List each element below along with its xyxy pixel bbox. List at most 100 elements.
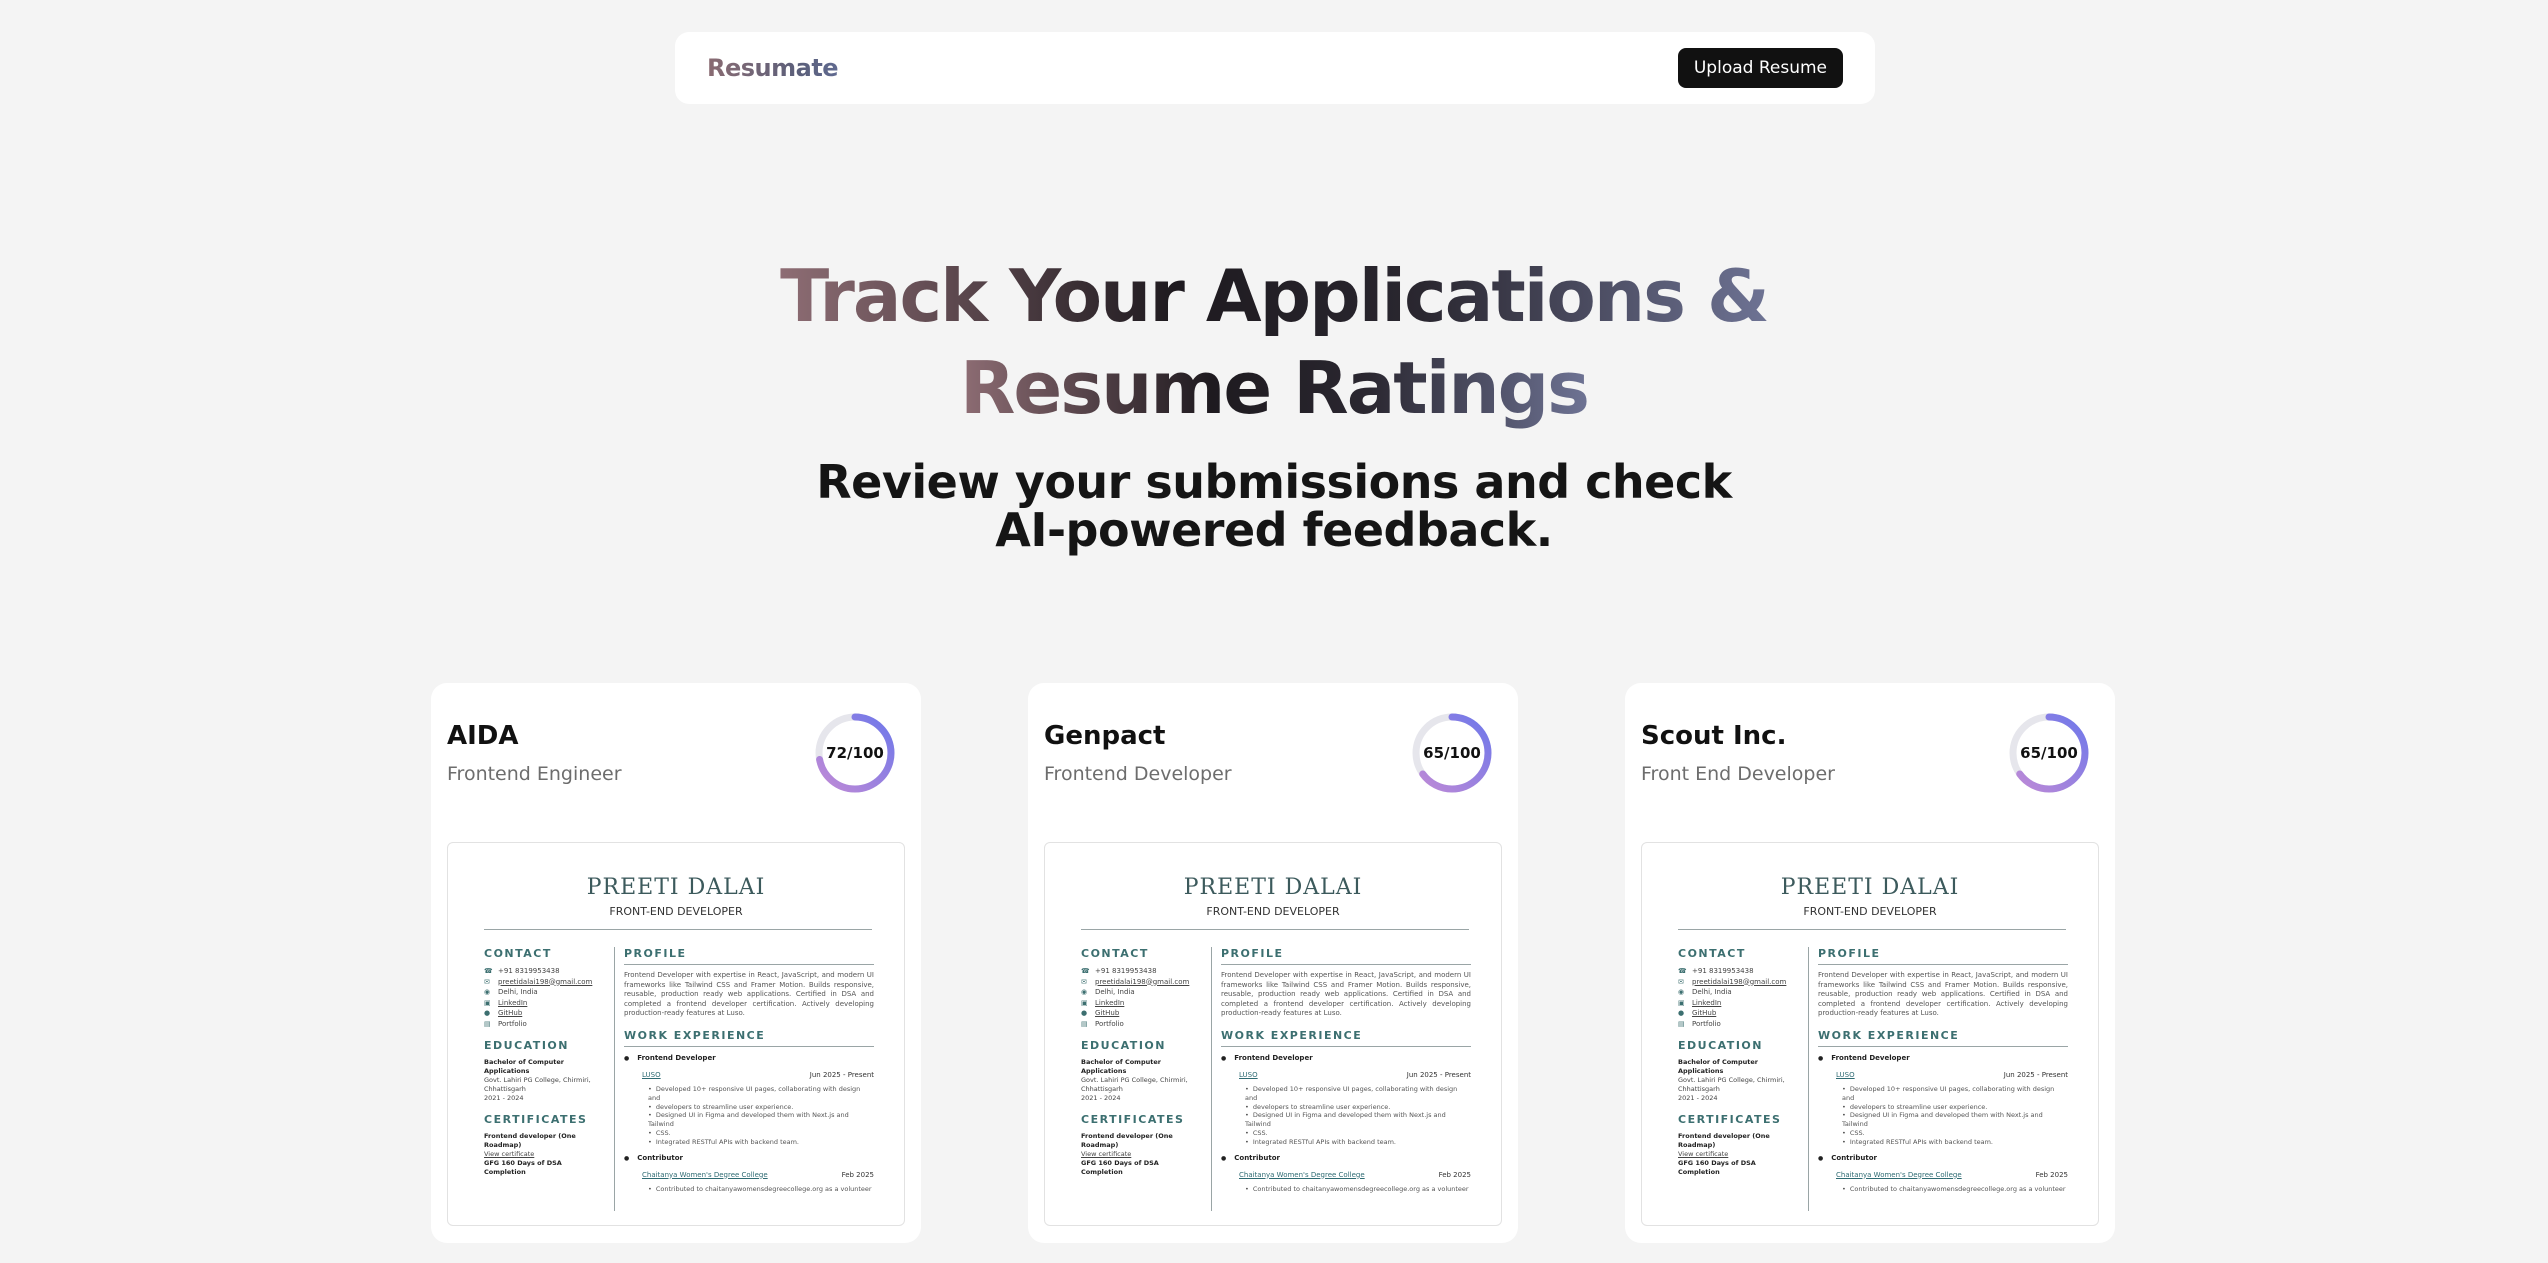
resume-certificate-line: GFG 160 Days of DSA Completion (484, 1159, 562, 1176)
resume-preview[interactable]: PREETI DALAI FRONT-END DEVELOPER CONTACT… (447, 842, 905, 1226)
resume-job-bullet: Contributed to chaitanyawomensdegreecoll… (648, 1185, 874, 1194)
resume-card-3[interactable]: Scout Inc. Front End Developer 65/100 PR… (1625, 683, 2115, 1243)
resume-contact-item[interactable]: ▤ Portfolio (1678, 1019, 1798, 1030)
resume-education-list: Bachelor of Computer Applications Govt. L… (1081, 1058, 1201, 1103)
resume-job-role: Frontend Developer (624, 1053, 874, 1064)
resume-education-line: Chhattisgarh (484, 1085, 526, 1093)
resume-column-divider (1211, 947, 1212, 1211)
resume-job-bullet: Designed UI in Figma and developed them … (1245, 1111, 1471, 1129)
resume-certificates-heading: CERTIFICATES (1081, 1113, 1185, 1126)
resume-contact-text: Portfolio (1095, 1019, 1124, 1028)
resume-certificate-line[interactable]: View certificate (484, 1150, 604, 1159)
resume-contact-item[interactable]: ✉ preetidalai198@gmail.com (1081, 977, 1201, 988)
github-icon: ● (1081, 1009, 1088, 1017)
logo[interactable]: Resumate (707, 54, 839, 82)
resume-work-heading: WORK EXPERIENCE (1221, 1029, 1471, 1047)
resume-contact-item[interactable]: ✉ preetidalai198@gmail.com (484, 977, 604, 988)
linkedin-icon: ▣ (1678, 998, 1685, 1007)
resume-contact-heading: CONTACT (1081, 947, 1149, 960)
resume-certificate-line: Frontend developer (One Roadmap) (1678, 1132, 1770, 1149)
resume-education-list: Bachelor of Computer Applications Govt. L… (1678, 1058, 1798, 1103)
card-company-name: Scout Inc. (1641, 721, 1787, 751)
resume-education-line: 2021 - 2024 (1081, 1094, 1121, 1102)
resume-contact-item: ◉ Delhi, India (1081, 987, 1201, 998)
upload-resume-button[interactable]: Upload Resume (1677, 48, 1843, 88)
resume-job-bullet: Designed UI in Figma and developed them … (648, 1111, 874, 1129)
resume-certificates-heading: CERTIFICATES (484, 1113, 588, 1126)
resume-contact-item[interactable]: ▣ LinkedIn (1678, 998, 1798, 1009)
phone-icon: ☎ (1678, 967, 1687, 975)
resume-contact-item[interactable]: ▤ Portfolio (1081, 1019, 1201, 1030)
card-job-title: Front End Developer (1641, 763, 1835, 785)
resume-card-1[interactable]: AIDA Frontend Engineer 72/100 PREETI DAL… (431, 683, 921, 1243)
resume-job-bullet: Integrated RESTful APIs with backend tea… (648, 1138, 874, 1147)
location-icon: ◉ (1678, 988, 1685, 996)
resume-right-column: PROFILE Frontend Developer with expertis… (624, 947, 874, 1199)
resume-contact-item[interactable]: ● GitHub (1081, 1008, 1201, 1019)
score-circle: 72/100 (813, 711, 897, 795)
resume-contact-item[interactable]: ● GitHub (484, 1008, 604, 1019)
resume-job-bullet: Contributed to chaitanyawomensdegreecoll… (1245, 1185, 1471, 1194)
resume-job-company[interactable]: Chaitanya Women's Degree College (1239, 1170, 1365, 1181)
resume-job-company[interactable]: Chaitanya Women's Degree College (642, 1170, 768, 1181)
resume-certificate-line[interactable]: View certificate (1678, 1150, 1798, 1159)
resume-job-meta: LUSO Jun 2025 - Present (1239, 1070, 1471, 1081)
resume-job-bullet: CSS. (1842, 1129, 2068, 1138)
resume-contact-text: +91 8319953438 (1095, 967, 1157, 975)
resume-contact-item[interactable]: ▣ LinkedIn (1081, 998, 1201, 1009)
resume-preview[interactable]: PREETI DALAI FRONT-END DEVELOPER CONTACT… (1044, 842, 1502, 1226)
resume-profile-heading: PROFILE (624, 947, 874, 965)
resume-job-company[interactable]: LUSO (1836, 1070, 1855, 1081)
resume-job-company[interactable]: LUSO (642, 1070, 661, 1081)
resume-certificate-line: GFG 160 Days of DSA Completion (1081, 1159, 1159, 1176)
resume-certificate-line[interactable]: View certificate (1081, 1150, 1201, 1159)
card-company-name: AIDA (447, 721, 519, 751)
resume-certificate-line: Frontend developer (One Roadmap) (484, 1132, 576, 1149)
resume-job-meta: Chaitanya Women's Degree College Feb 2025 (1239, 1170, 1471, 1181)
resume-preview[interactable]: PREETI DALAI FRONT-END DEVELOPER CONTACT… (1641, 842, 2099, 1226)
resume-certificates-heading: CERTIFICATES (1678, 1113, 1782, 1126)
resume-card-2[interactable]: Genpact Frontend Developer 65/100 PREETI… (1028, 683, 1518, 1243)
resume-education-line: 2021 - 2024 (1678, 1094, 1718, 1102)
resume-job-list: Frontend Developer LUSO Jun 2025 - Present… (1818, 1053, 2068, 1199)
resume-contact-text: GitHub (498, 1009, 523, 1017)
resume-divider (1081, 929, 1469, 930)
resume-education-line: 2021 - 2024 (484, 1094, 524, 1102)
resume-contact-text: Portfolio (1692, 1019, 1721, 1028)
resume-contact-item[interactable]: ▤ Portfolio (484, 1019, 604, 1030)
resume-job-bullet: developers to streamline user experience… (1245, 1103, 1471, 1112)
resume-contact-list: ☎ +91 8319953438 ✉ preetidalai198@gmail.com… (1678, 966, 1798, 1029)
resume-name: PREETI DALAI (586, 875, 766, 900)
resume-contact-item: ☎ +91 8319953438 (484, 966, 604, 977)
resume-divider (484, 929, 872, 930)
resume-education-line: Chhattisgarh (1678, 1085, 1720, 1093)
resume-contact-item[interactable]: ✉ preetidalai198@gmail.com (1678, 977, 1798, 988)
resume-contact-text: GitHub (1095, 1009, 1120, 1017)
score-value: 65/100 (1423, 744, 1481, 762)
location-icon: ◉ (484, 988, 491, 996)
resume-contact-list: ☎ +91 8319953438 ✉ preetidalai198@gmail.com… (1081, 966, 1201, 1029)
resume-contact-text: LinkedIn (1692, 998, 1722, 1007)
resume-job-company[interactable]: LUSO (1239, 1070, 1258, 1081)
resume-education-heading: EDUCATION (1081, 1039, 1166, 1052)
mail-icon: ✉ (1081, 977, 1087, 986)
resume-contact-heading: CONTACT (1678, 947, 1746, 960)
phone-icon: ☎ (1081, 967, 1090, 975)
resume-title: FRONT-END DEVELOPER (609, 905, 743, 918)
page-title: Track Your Applications & Resume Ratings (0, 250, 2548, 434)
github-icon: ● (484, 1009, 491, 1017)
score-value: 72/100 (826, 744, 884, 762)
resume-job-role: Frontend Developer (1818, 1053, 2068, 1064)
page-subtitle-line-2: AI-powered feedback. (995, 503, 1553, 557)
resume-job-bullet: Integrated RESTful APIs with backend tea… (1842, 1138, 2068, 1147)
resume-left-column: CONTACT ☎ +91 8319953438 ✉ preetidalai198@g… (484, 947, 604, 1177)
resume-title: FRONT-END DEVELOPER (1206, 905, 1340, 918)
resume-profile-text: Frontend Developer with expertise in Rea… (624, 971, 874, 1018)
resume-contact-text: Delhi, India (1095, 988, 1135, 996)
page-title-line-1: Track Your Applications & (780, 254, 1770, 338)
resume-contact-text: preetidalai198@gmail.com (1095, 977, 1190, 986)
resume-contact-item[interactable]: ▣ LinkedIn (484, 998, 604, 1009)
resume-contact-item[interactable]: ● GitHub (1678, 1008, 1798, 1019)
resume-job-company[interactable]: Chaitanya Women's Degree College (1836, 1170, 1962, 1181)
linkedin-icon: ▣ (1081, 998, 1088, 1007)
